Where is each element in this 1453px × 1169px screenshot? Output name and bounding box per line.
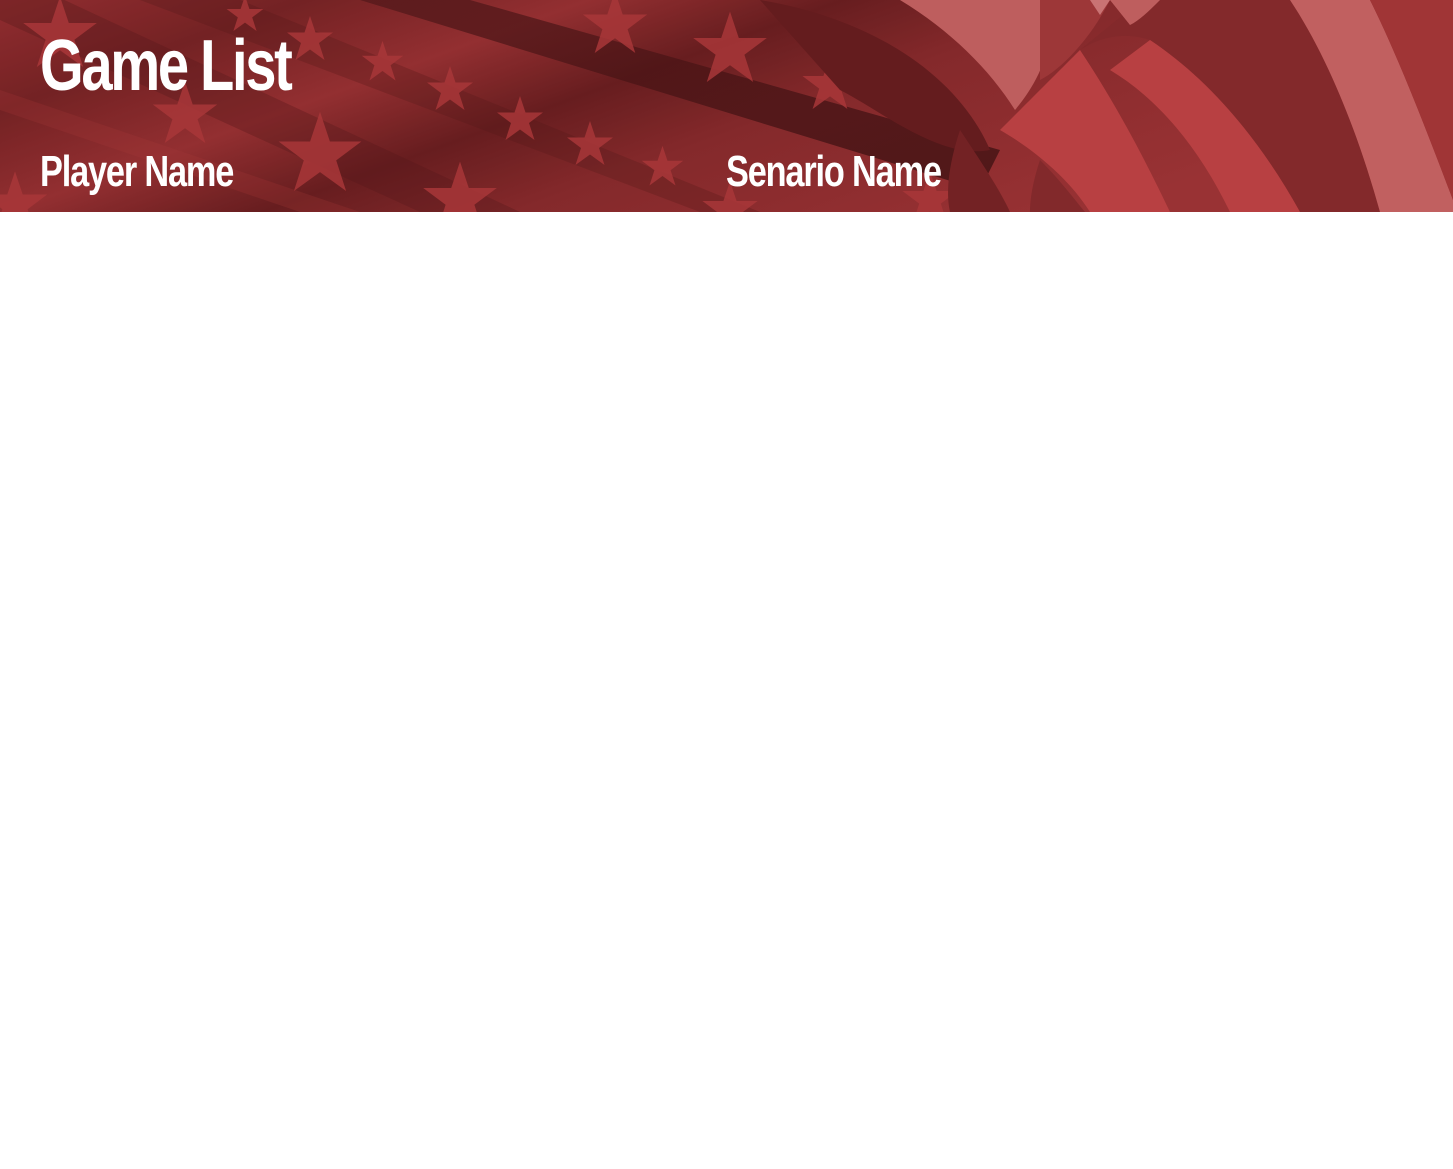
player-name-column-header: Player Name [40,147,234,196]
page-title: Game List [40,26,293,106]
game-list-page: Game List Player Name Senario Name [0,0,1453,1169]
scenario-name-column-header: Senario Name [726,147,942,196]
game-list-body [0,212,1453,1169]
header-banner: Game List Player Name Senario Name [0,0,1453,212]
